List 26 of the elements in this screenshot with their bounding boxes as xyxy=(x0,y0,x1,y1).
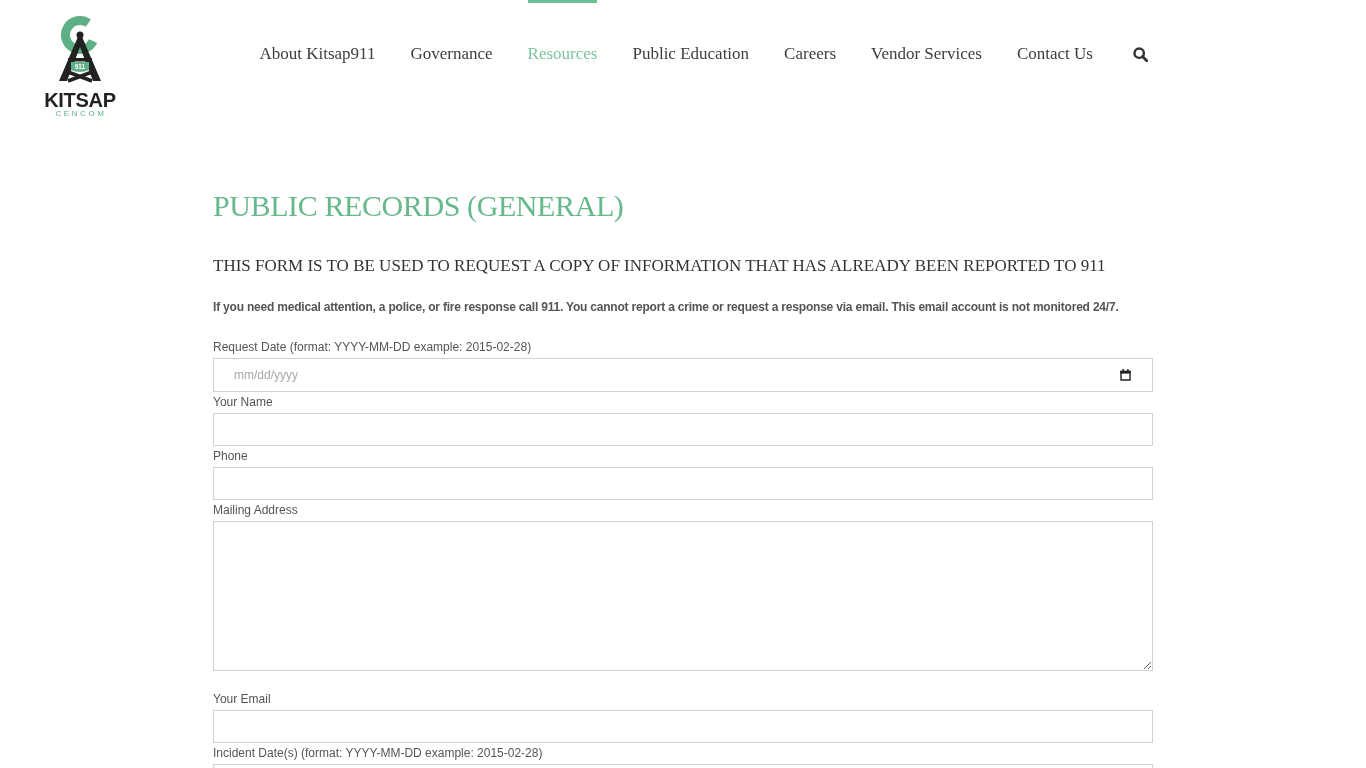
search-icon[interactable] xyxy=(1133,47,1148,62)
input-field[interactable] xyxy=(213,467,1153,500)
input-field[interactable] xyxy=(213,764,1153,768)
nav-link[interactable]: Contact Us xyxy=(1016,0,1093,64)
nav-link[interactable]: Governance xyxy=(410,0,493,64)
page-title: PUBLIC RECORDS (GENERAL) xyxy=(213,188,625,224)
field-label: Request Date (format: YYYY-MM-DD example: 2015-02-28) xyxy=(213,339,533,356)
page-subtitle: THIS FORM IS TO BE USED TO REQUEST A COPY OF INFORMATION THAT HAS ALREADY BEEN REPORTED TO 911 xyxy=(213,255,1107,277)
radio-tower-logo-icon xyxy=(59,16,101,83)
nav-link[interactable]: Public Education xyxy=(632,0,750,64)
field-label: Phone xyxy=(213,448,249,465)
logo-wordmark: KITSAP xyxy=(44,92,116,108)
field-label: Mailing Address xyxy=(213,502,299,519)
field-label: Your Name xyxy=(213,394,274,411)
input-field[interactable] xyxy=(213,413,1153,446)
date-field[interactable]: mm/dd/yyyy xyxy=(213,358,1153,392)
calendar-icon[interactable] xyxy=(1120,369,1131,381)
logo-subtitle: CENCOM xyxy=(54,109,107,118)
field-label: Your Email xyxy=(213,691,272,708)
textarea-field[interactable] xyxy=(213,521,1153,671)
input-field[interactable] xyxy=(213,710,1153,743)
nav-link[interactable]: Vendor Services xyxy=(871,0,982,64)
nav-link[interactable]: About Kitsap911 xyxy=(259,0,376,64)
field-label: Incident Date(s) (format: YYYY-MM-DD example: 2015-02-28) xyxy=(213,745,544,762)
nav-link[interactable]: Careers xyxy=(784,0,836,64)
emergency-notice: If you need medical attention, a police, or fire response call 911. You cannot report a crime or request a response via email. This email account is not monitored 24/7. xyxy=(213,299,1120,315)
